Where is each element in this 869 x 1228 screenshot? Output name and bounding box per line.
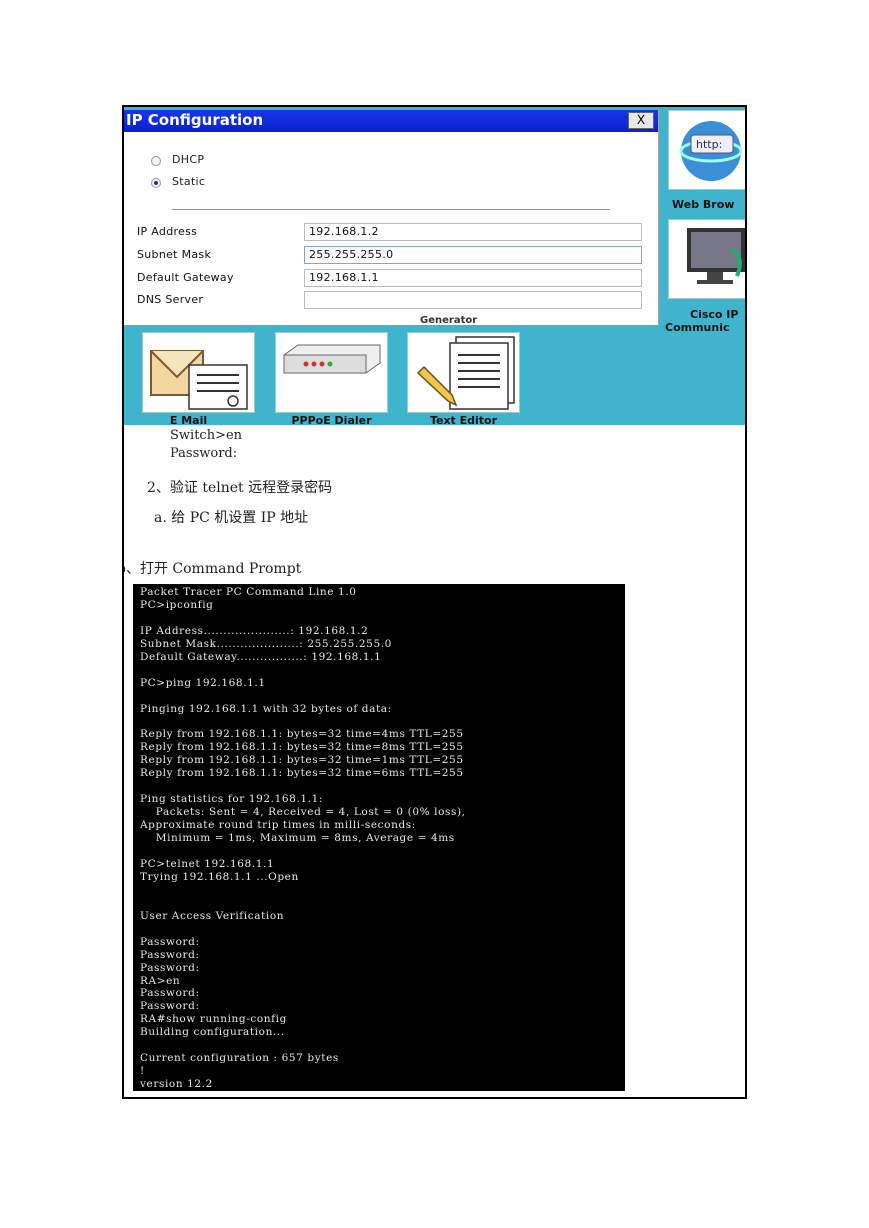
terminal-line: Password: — [140, 935, 200, 948]
pppoe-dialer-icon[interactable] — [275, 332, 388, 413]
text-editor-label: Text Editor — [429, 414, 498, 425]
partial-icon-label: Generator — [420, 315, 478, 326]
monitor-icon — [687, 228, 745, 284]
terminal-line: PC>ping 192.168.1.1 — [140, 676, 266, 689]
terminal-line: Reply from 192.168.1.1: bytes=32 time=4m… — [140, 728, 464, 741]
subnet-mask-label: Subnet Mask — [137, 248, 212, 261]
doc-line-password: Password: — [170, 446, 238, 461]
cisco-ip-communicator-icon[interactable] — [668, 219, 745, 299]
document-frame: IP Configuration X DHCP Static IP Addres… — [122, 105, 747, 1099]
dns-server-input[interactable] — [304, 291, 642, 309]
email-label: E Mail — [169, 414, 208, 425]
terminal-line: User Access Verification — [140, 909, 285, 922]
modem-icon — [283, 344, 381, 374]
terminal-line: Subnet Mask.....................: 255.25… — [140, 637, 392, 650]
doc-step-2: 2、验证 telnet 远程登录密码 — [147, 480, 333, 496]
svg-text:http:: http: — [696, 138, 722, 151]
terminal-line: Minimum = 1ms, Maximum = 8ms, Average = … — [140, 832, 455, 845]
terminal-line: ! — [140, 1065, 145, 1078]
envelope-icon — [150, 350, 248, 410]
window-title: IP Configuration — [126, 111, 264, 129]
terminal-line: Ping statistics for 192.168.1.1: — [140, 793, 324, 806]
cisco-label-line1: Cisco IP — [690, 308, 739, 321]
doc-step-b: b、打开 Command Prompt — [122, 561, 302, 577]
command-prompt-terminal: Packet Tracer PC Command Line 1.0 PC>ipco… — [133, 584, 625, 1091]
default-gateway-label: Default Gateway — [137, 271, 234, 284]
dns-server-label: DNS Server — [137, 293, 204, 306]
terminal-line: Packets: Sent = 4, Received = 4, Lost = … — [140, 806, 466, 819]
terminal-line: Password: — [140, 1000, 200, 1013]
doc-line-switch-en: Switch>en — [170, 428, 243, 443]
static-radio[interactable] — [151, 178, 161, 188]
subnet-mask-input[interactable]: 255.255.255.0 — [304, 246, 642, 264]
close-button[interactable]: X — [628, 112, 654, 129]
email-app-icon[interactable] — [142, 332, 255, 413]
static-label: Static — [172, 175, 206, 188]
pppoe-label: PPPoE Dialer — [291, 414, 372, 425]
ip-address-label: IP Address — [137, 225, 198, 238]
terminal-line: PC>ipconfig — [140, 598, 214, 611]
cisco-label-line2: Communic — [665, 321, 730, 334]
terminal-line: Reply from 192.168.1.1: bytes=32 time=8m… — [140, 741, 464, 754]
terminal-line: Packet Tracer PC Command Line 1.0 — [140, 586, 357, 598]
terminal-line: Password: — [140, 987, 200, 1000]
terminal-line: Pinging 192.168.1.1 with 32 bytes of dat… — [140, 702, 392, 715]
terminal-line: RA#show running-config — [140, 1013, 287, 1026]
text-editor-icon[interactable] — [407, 332, 520, 413]
terminal-line: PC>telnet 192.168.1.1 — [140, 857, 275, 870]
terminal-line: IP Address......................: 192.16… — [140, 624, 369, 637]
terminal-line: Reply from 192.168.1.1: bytes=32 time=6m… — [140, 767, 464, 780]
terminal-line: Building configuration... — [140, 1026, 285, 1039]
ip-address-input[interactable]: 192.168.1.2 — [304, 223, 642, 241]
terminal-line: Trying 192.168.1.1 ...Open — [140, 870, 299, 883]
terminal-line: Reply from 192.168.1.1: bytes=32 time=1m… — [140, 754, 464, 767]
pc-desktop-screenshot: IP Configuration X DHCP Static IP Addres… — [124, 107, 745, 425]
doc-step-a: a. 给 PC 机设置 IP 地址 — [154, 510, 309, 526]
default-gateway-input[interactable]: 192.168.1.1 — [304, 269, 642, 287]
dhcp-label: DHCP — [172, 153, 205, 166]
terminal-line: Password: — [140, 948, 200, 961]
divider — [172, 209, 610, 210]
window-title-bar: IP Configuration X — [124, 110, 658, 132]
terminal-line: RA>en — [140, 974, 181, 987]
web-browser-icon[interactable]: http: — [668, 110, 745, 190]
terminal-line: Password: — [140, 961, 200, 974]
document-pencil-icon — [416, 336, 515, 410]
terminal-line: Current configuration : 657 bytes — [140, 1052, 339, 1065]
globe-icon: http: — [679, 121, 743, 181]
terminal-line: Default Gateway.................: 192.16… — [140, 650, 382, 663]
terminal-line: version 12.2 — [140, 1078, 213, 1091]
web-browser-label: Web Brow — [672, 198, 735, 211]
ip-configuration-window: IP Configuration X DHCP Static IP Addres… — [124, 110, 659, 325]
terminal-line: Approximate round trip times in milli-se… — [140, 819, 416, 832]
dhcp-radio[interactable] — [151, 156, 161, 166]
